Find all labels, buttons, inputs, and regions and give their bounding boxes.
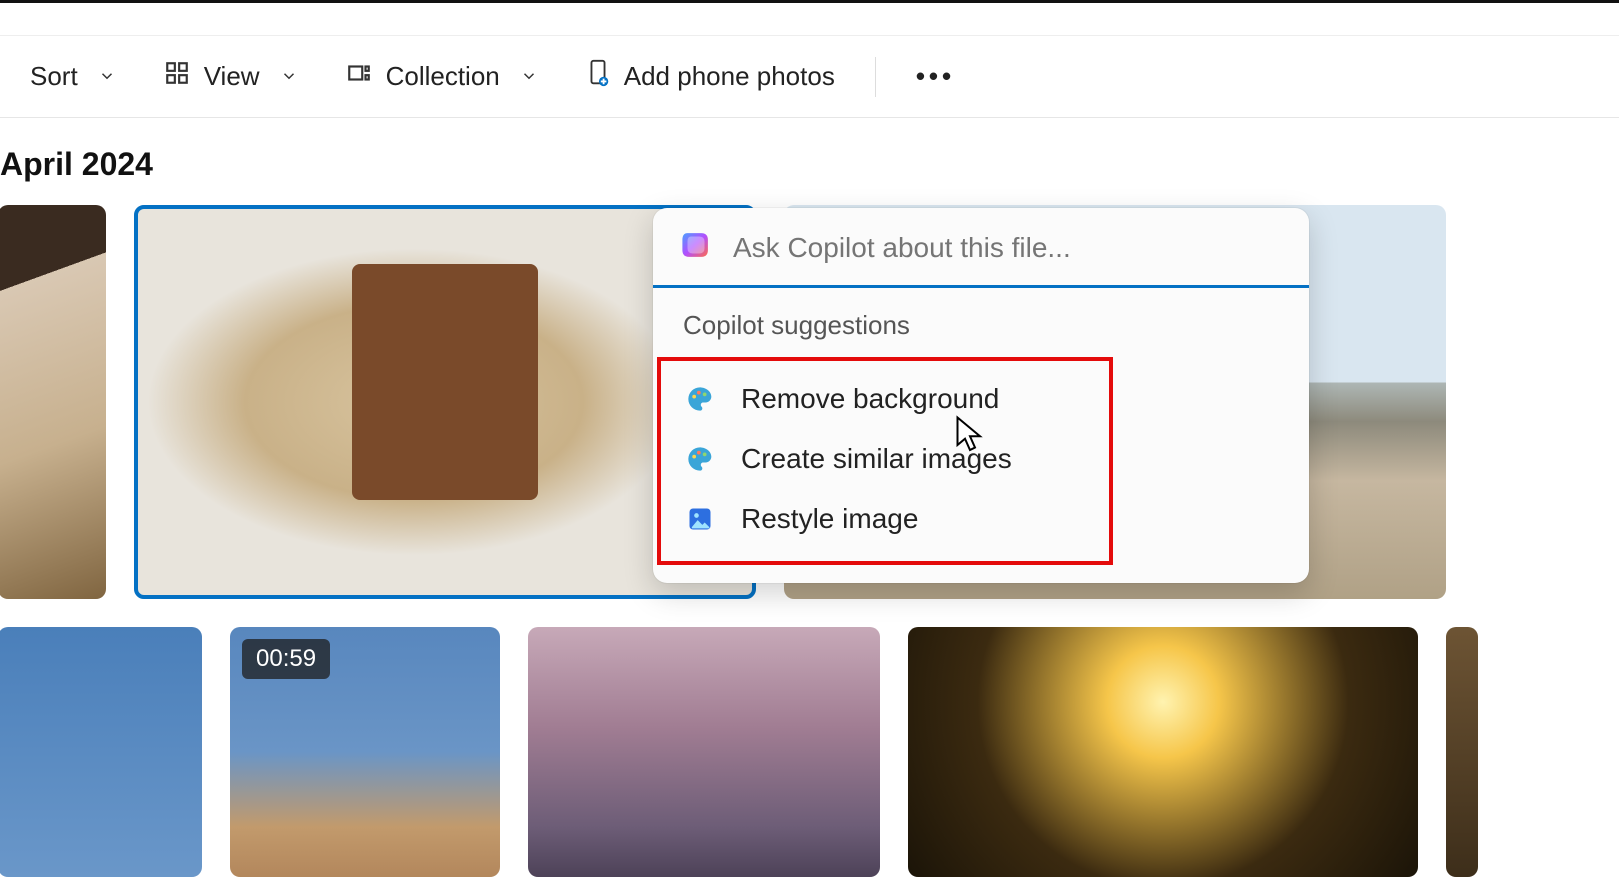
palette-icon bbox=[685, 384, 715, 414]
month-heading: April 2024 bbox=[0, 146, 1619, 183]
more-button[interactable]: ••• bbox=[898, 51, 973, 102]
suggestion-remove-background[interactable]: Remove background bbox=[661, 369, 1109, 429]
toolbar: Sort View Collection Add phone photos ••… bbox=[0, 36, 1619, 118]
grid-icon bbox=[164, 60, 190, 93]
chevron-down-icon bbox=[520, 61, 538, 92]
photo-thumb[interactable] bbox=[0, 205, 106, 599]
collection-label: Collection bbox=[386, 61, 500, 92]
add-phone-label: Add phone photos bbox=[624, 61, 835, 92]
more-icon: ••• bbox=[916, 61, 955, 92]
photo-thumb[interactable] bbox=[1446, 627, 1478, 877]
photo-thumb[interactable] bbox=[0, 627, 202, 877]
view-label: View bbox=[204, 61, 260, 92]
photo-row: 00:59 bbox=[0, 627, 1619, 877]
copilot-suggestions-title: Copilot suggestions bbox=[653, 288, 1309, 357]
suggestion-restyle-image[interactable]: Restyle image bbox=[661, 489, 1109, 549]
collection-button[interactable]: Collection bbox=[328, 50, 556, 103]
highlight-annotation: Remove background Create similar images … bbox=[657, 357, 1113, 565]
copilot-input-row bbox=[653, 208, 1309, 288]
sort-button[interactable]: Sort bbox=[12, 51, 134, 102]
phone-add-icon bbox=[586, 59, 610, 94]
copilot-panel: Copilot suggestions Remove background Cr… bbox=[653, 208, 1309, 583]
video-duration-badge: 00:59 bbox=[242, 639, 330, 679]
chevron-down-icon bbox=[280, 61, 298, 92]
palette-icon bbox=[685, 444, 715, 474]
suggestion-label: Remove background bbox=[741, 383, 999, 415]
copilot-input[interactable] bbox=[733, 232, 1283, 264]
chevron-down-icon bbox=[98, 61, 116, 92]
suggestion-label: Create similar images bbox=[741, 443, 1012, 475]
suggestion-create-similar[interactable]: Create similar images bbox=[661, 429, 1109, 489]
toolbar-divider bbox=[875, 57, 876, 97]
photo-thumb[interactable] bbox=[908, 627, 1418, 877]
sort-label: Sort bbox=[30, 61, 78, 92]
title-bar bbox=[0, 3, 1619, 36]
view-button[interactable]: View bbox=[146, 50, 316, 103]
photo-thumb[interactable] bbox=[528, 627, 880, 877]
collection-icon bbox=[346, 60, 372, 93]
add-phone-photos-button[interactable]: Add phone photos bbox=[568, 49, 853, 104]
image-icon bbox=[685, 504, 715, 534]
copilot-icon bbox=[679, 228, 713, 267]
video-thumb[interactable]: 00:59 bbox=[230, 627, 500, 877]
suggestion-label: Restyle image bbox=[741, 503, 918, 535]
